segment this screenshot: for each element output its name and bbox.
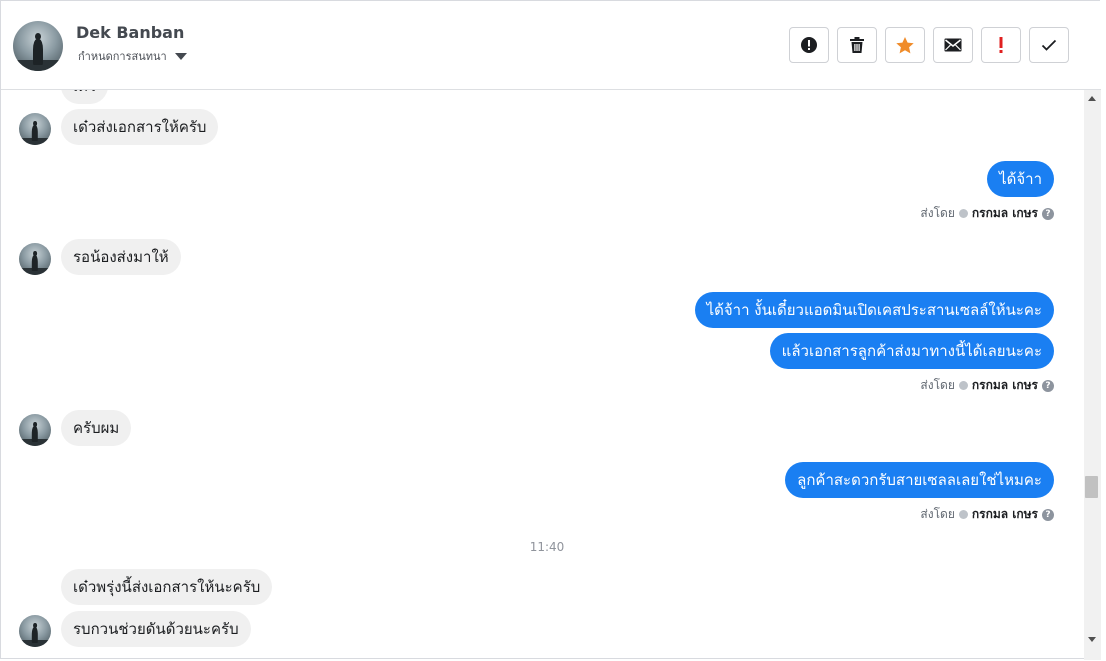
agent-status-icon: [958, 510, 968, 519]
star-icon: [896, 36, 914, 53]
message-thread[interactable]: เดว เด๋วส่งเอกสารให้ครับ ได้จ้าา ส่งโดย …: [1, 90, 1084, 660]
delete-button[interactable]: [837, 27, 877, 63]
outgoing-message: ลูกค้าสะดวกรับสายเซลลเลยใช่ไหมคะ: [785, 462, 1054, 498]
agent-status-icon: [958, 209, 968, 218]
outgoing-message: แล้วเอกสารลูกค้าส่งมาทางนี้ได้เลยนะคะ: [769, 333, 1054, 369]
scrollbar-thumb[interactable]: [1085, 476, 1098, 498]
contact-avatar: [19, 113, 51, 145]
sent-by-info: ส่งโดย กรกมล เกษร ?: [920, 505, 1054, 524]
incoming-message: เด๋วส่งเอกสารให้ครับ: [61, 109, 219, 145]
help-icon[interactable]: ?: [1042, 508, 1054, 521]
incoming-message: เด๋วพรุ่งนี้ส่งเอกสารให้นะครับ: [61, 569, 273, 605]
agent-name: กรกมล เกษร: [971, 378, 1038, 392]
sent-by-label: ส่งโดย: [920, 378, 955, 392]
incoming-message: เดว: [61, 90, 109, 104]
outgoing-message: ได้จ้าา งั้นเดี๋ยวแอดมินเปิดเคสประสานเซล…: [694, 292, 1054, 328]
conversation-toolbar: [789, 27, 1069, 63]
agent-status-icon: [958, 381, 968, 390]
scroll-down-arrow-icon[interactable]: [1088, 637, 1096, 642]
envelope-icon: [944, 38, 962, 52]
caret-down-icon: [174, 52, 187, 60]
conversation-panel: Dek Banban กำหนดการสนทนา เด๋วส่งเอกสารให…: [0, 0, 1101, 660]
scrollbar[interactable]: [1084, 90, 1101, 660]
trash-icon: [850, 37, 864, 53]
incoming-message: รอน้องส่งมาให้: [61, 239, 181, 275]
check-icon: [1041, 39, 1057, 51]
mark-spam-button[interactable]: [789, 27, 829, 63]
contact-avatar[interactable]: [13, 21, 63, 71]
important-button[interactable]: [981, 27, 1021, 63]
scroll-up-arrow-icon[interactable]: [1088, 96, 1096, 101]
sent-by-info: ส่งโดย กรกมล เกษร ?: [920, 376, 1054, 395]
sent-by-label: ส่งโดย: [920, 507, 955, 521]
help-icon[interactable]: ?: [1042, 379, 1054, 392]
incoming-message: ครับผม: [61, 410, 132, 446]
assign-conversation-dropdown[interactable]: กำหนดการสนทนา: [78, 47, 187, 65]
sent-by-label: ส่งโดย: [920, 206, 955, 220]
star-button[interactable]: [885, 27, 925, 63]
agent-name: กรกมล เกษร: [971, 507, 1038, 521]
agent-name: กรกมล เกษร: [971, 206, 1038, 220]
contact-avatar: [19, 615, 51, 647]
incoming-message: รบกวนช่วยดันด้วยนะครับ: [61, 611, 251, 647]
exclamation-icon: [999, 37, 1003, 53]
sent-by-info: ส่งโดย กรกมล เกษร ?: [920, 204, 1054, 223]
assign-conversation-label: กำหนดการสนทนา: [78, 50, 167, 63]
contact-avatar: [19, 243, 51, 275]
contact-avatar: [19, 414, 51, 446]
time-divider: 11:40: [529, 540, 565, 554]
contact-name[interactable]: Dek Banban: [76, 23, 184, 42]
mark-unread-button[interactable]: [933, 27, 973, 63]
mark-done-button[interactable]: [1029, 27, 1069, 63]
alert-circle-icon: [801, 37, 817, 53]
help-icon[interactable]: ?: [1042, 207, 1054, 220]
conversation-header: Dek Banban กำหนดการสนทนา: [1, 1, 1101, 90]
outgoing-message: ได้จ้าา: [987, 161, 1054, 197]
